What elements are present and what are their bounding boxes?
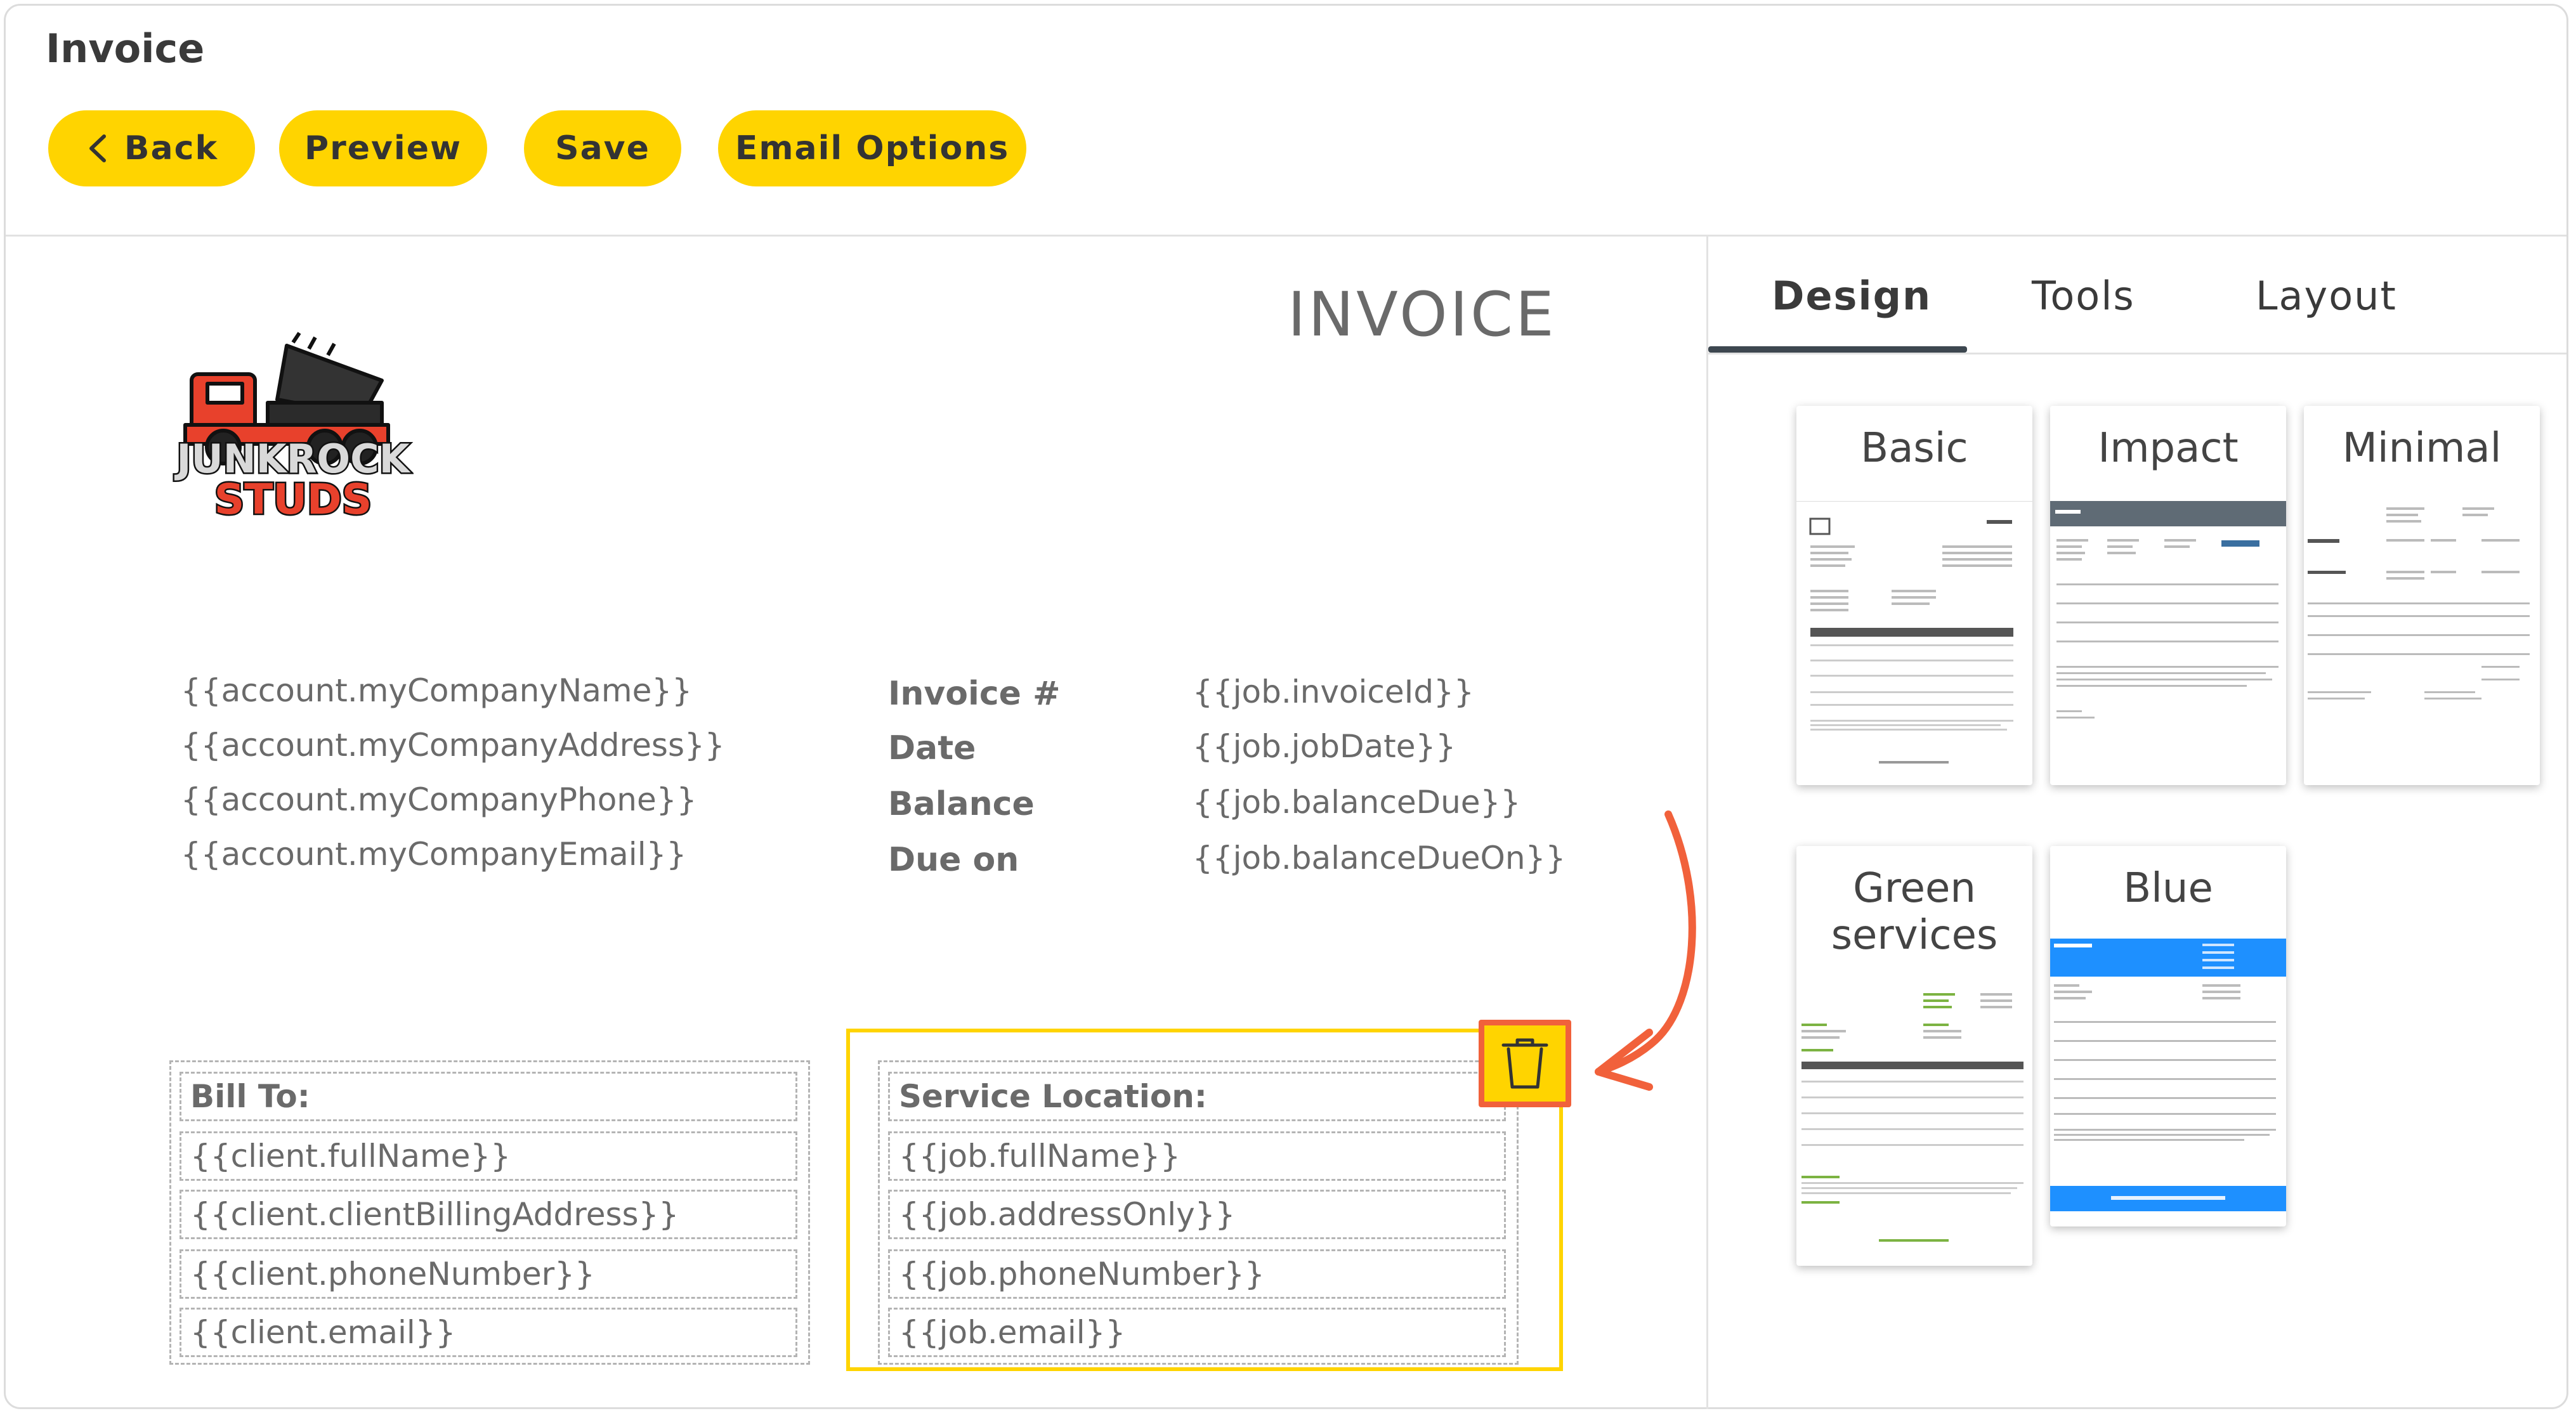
tab-design[interactable]: Design [1772,273,1932,319]
save-button[interactable]: Save [524,110,681,186]
panel-divider [1706,235,1708,1409]
bill-to-field[interactable]: {{client.email}} [180,1308,797,1357]
balance-value[interactable]: {{job.balanceDue}} [1193,784,1520,821]
page-title: Invoice [46,25,205,72]
template-preview [1801,993,2024,1242]
trash-icon [1501,1038,1548,1089]
template-preview [2050,939,2286,1211]
invoice-number-label: Invoice # [888,675,1061,713]
bill-to-field[interactable]: {{client.clientBillingAddress}} [180,1190,797,1239]
template-preview [1796,501,2032,764]
date-value[interactable]: {{job.jobDate}} [1193,728,1456,765]
service-location-field[interactable]: {{job.addressOnly}} [888,1190,1506,1239]
date-label: Date [888,729,976,767]
template-title: Minimal [2342,425,2502,472]
logo-line-2: STUDS [214,475,372,520]
template-title: Basic [1860,425,1968,472]
tab-layout[interactable]: Layout [2256,273,2397,319]
company-email-field[interactable]: {{account.myCompanyEmail}} [181,836,686,873]
template-card-impact[interactable]: Impact [2050,406,2286,785]
balance-label: Balance [888,785,1035,823]
service-location-field[interactable]: {{job.phoneNumber}} [888,1249,1506,1299]
service-location-title[interactable]: Service Location: [888,1072,1506,1121]
back-button[interactable]: Back [48,110,255,186]
company-name-field[interactable]: {{account.myCompanyName}} [181,672,692,709]
back-button-label: Back [124,129,219,167]
save-button-label: Save [555,129,650,167]
template-preview [2050,501,2286,719]
email-options-button-label: Email Options [735,129,1010,167]
company-address-field[interactable]: {{account.myCompanyAddress}} [181,727,725,764]
template-title: Blue [2123,865,2213,912]
invoice-heading: INVOICE [1288,279,1557,350]
invoice-number-value[interactable]: {{job.invoiceId}} [1193,673,1474,710]
template-preview [2308,507,2530,699]
due-on-value[interactable]: {{job.balanceDueOn}} [1193,840,1566,876]
bill-to-title[interactable]: Bill To: [180,1072,797,1121]
due-on-label: Due on [888,841,1019,879]
chevron-left-icon [89,134,106,162]
template-card-blue[interactable]: Blue [2050,846,2286,1226]
template-card-basic[interactable]: Basic [1796,406,2032,785]
bill-to-field[interactable]: {{client.phoneNumber}} [180,1249,797,1299]
header-divider [6,235,2566,237]
template-card-minimal[interactable]: Minimal [2304,406,2540,785]
company-phone-field[interactable]: {{account.myCompanyPhone}} [181,781,696,818]
bill-to-field[interactable]: {{client.fullName}} [180,1131,797,1181]
delete-block-button[interactable] [1479,1020,1571,1107]
company-logo[interactable]: JUNKROCK STUDS [173,330,414,520]
email-options-button[interactable]: Email Options [718,110,1026,186]
tab-tools[interactable]: Tools [2032,273,2135,319]
template-title: Impact [2098,425,2239,472]
template-card-green-services[interactable]: Green services [1796,846,2032,1266]
preview-button-label: Preview [304,129,462,167]
template-title: services [1831,912,1998,959]
tabs-divider [1708,353,2566,354]
service-location-field[interactable]: {{job.fullName}} [888,1131,1506,1181]
service-location-field[interactable]: {{job.email}} [888,1308,1506,1357]
preview-button[interactable]: Preview [279,110,487,186]
active-tab-indicator [1708,346,1967,353]
template-title: Green [1853,865,1976,912]
